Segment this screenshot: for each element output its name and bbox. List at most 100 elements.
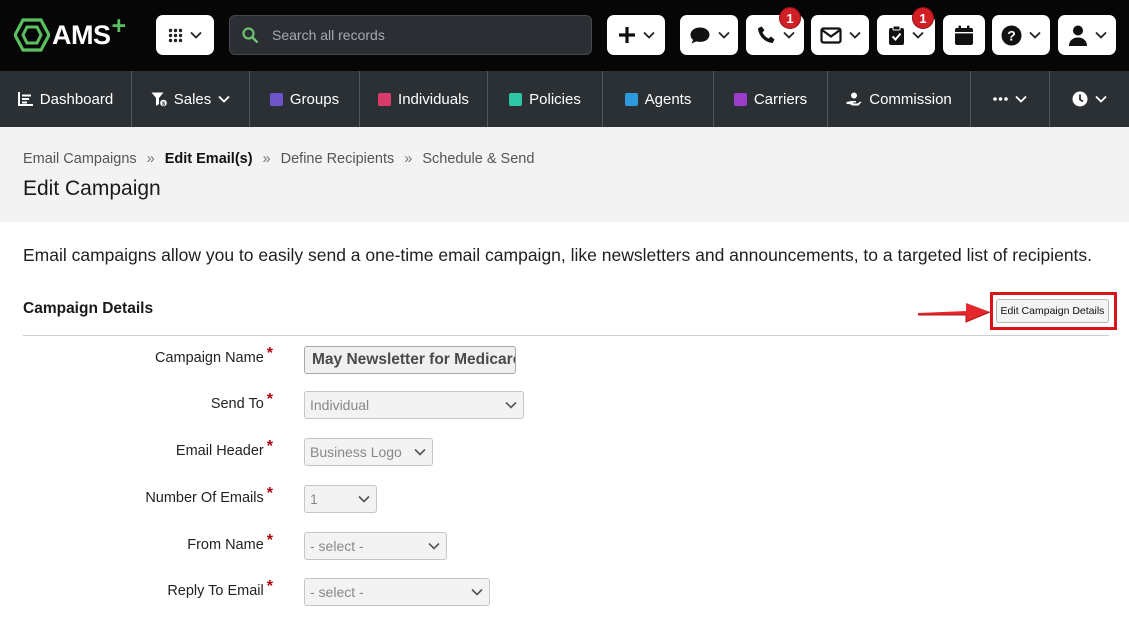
nav-more-button[interactable] xyxy=(971,71,1050,127)
chevron-down-icon xyxy=(358,495,370,503)
breadcrumb-separator: » xyxy=(262,151,271,167)
breadcrumb-email-campaigns[interactable]: Email Campaigns xyxy=(23,151,137,167)
nav-history-button[interactable] xyxy=(1050,71,1129,127)
section-title: Campaign Details xyxy=(23,300,154,317)
tasks-notification-badge: 1 xyxy=(912,7,934,29)
chevron-down-icon xyxy=(1095,95,1107,103)
from-name-label: From Name * xyxy=(187,532,273,554)
svg-text:?: ? xyxy=(1007,27,1016,43)
messages-button[interactable] xyxy=(680,15,738,55)
nav-item-agents[interactable]: Agents xyxy=(603,71,714,127)
nav-label: Dashboard xyxy=(39,90,114,108)
chat-bubble-icon xyxy=(690,27,709,43)
number-of-emails-label: Number Of Emails * xyxy=(145,485,273,507)
logo-hexagon-icon xyxy=(14,18,50,52)
page-header: Email Campaigns » Edit Email(s) » Define… xyxy=(0,127,1129,222)
grid-icon xyxy=(168,28,183,42)
reply-to-email-select[interactable]: - select - xyxy=(304,578,490,606)
plus-icon xyxy=(618,27,635,43)
tasks-button[interactable]: 1 xyxy=(877,7,935,55)
email-button[interactable] xyxy=(811,15,869,55)
send-to-select[interactable]: Individual xyxy=(304,391,524,419)
search-input[interactable] xyxy=(272,27,572,43)
campaign-name-label: Campaign Name * xyxy=(154,345,273,367)
user-menu-button[interactable] xyxy=(1058,15,1116,55)
nav-item-commission[interactable]: Commission xyxy=(828,71,971,127)
campaign-name-input[interactable]: May Newsletter for Medicare xyxy=(304,346,516,374)
chart-icon xyxy=(17,92,33,106)
ams-logo[interactable]: AMS + xyxy=(14,13,126,52)
hand-coin-icon xyxy=(846,92,862,105)
policies-color-icon xyxy=(509,92,523,106)
groups-color-icon xyxy=(269,92,283,106)
reply-to-email-label: Reply To Email * xyxy=(167,578,273,600)
breadcrumb: Email Campaigns » Edit Email(s) » Define… xyxy=(23,151,534,167)
chevron-down-icon xyxy=(414,448,426,456)
nav-item-dashboard[interactable]: Dashboard xyxy=(0,71,132,127)
send-to-label: Send To * xyxy=(210,391,273,413)
chevron-down-icon xyxy=(912,31,924,39)
required-mark: * xyxy=(266,578,273,595)
clipboard-check-icon xyxy=(889,25,904,45)
label-text: Send To xyxy=(210,396,264,412)
label-text: From Name xyxy=(187,537,264,553)
required-mark: * xyxy=(266,438,273,455)
logo-text: AMS xyxy=(52,19,111,50)
search-box[interactable] xyxy=(229,15,592,55)
agents-color-icon xyxy=(624,92,638,106)
email-header-label: Email Header * xyxy=(175,438,273,460)
campaign-name-value: May Newsletter for Medicare xyxy=(312,351,515,368)
breadcrumb-define-recipients[interactable]: Define Recipients xyxy=(281,151,395,167)
required-mark: * xyxy=(266,345,273,362)
send-to-value: Individual xyxy=(310,397,370,413)
chevron-down-icon xyxy=(1029,31,1041,39)
breadcrumb-schedule-send[interactable]: Schedule & Send xyxy=(422,151,534,167)
nav-label: Agents xyxy=(644,90,692,108)
from-name-select[interactable]: - select - xyxy=(304,532,447,560)
nav-item-policies[interactable]: Policies xyxy=(488,71,603,127)
edit-campaign-details-button[interactable]: Edit Campaign Details xyxy=(996,299,1109,323)
label-text: Campaign Name xyxy=(154,350,264,366)
user-icon xyxy=(1068,25,1087,46)
nav-item-sales[interactable]: $ Sales xyxy=(132,71,250,127)
nav-label: Policies xyxy=(529,90,581,108)
email-header-value: Business Logo xyxy=(310,444,402,460)
envelope-icon xyxy=(819,26,842,44)
label-text: Reply To Email xyxy=(167,583,264,599)
ellipsis-icon xyxy=(993,97,1008,101)
funnel-dollar-icon: $ xyxy=(151,92,167,107)
nav-item-groups[interactable]: Groups xyxy=(250,71,360,127)
apps-menu-button[interactable] xyxy=(156,15,214,55)
nav-label: Groups xyxy=(289,90,340,108)
required-mark: * xyxy=(266,532,273,549)
chevron-down-icon xyxy=(190,31,202,39)
email-header-select[interactable]: Business Logo xyxy=(304,438,433,466)
help-button[interactable]: ? xyxy=(992,15,1050,55)
phone-button[interactable]: 1 xyxy=(746,7,804,55)
red-arrow-annotation xyxy=(918,303,991,323)
number-of-emails-value: 1 xyxy=(310,491,318,507)
individuals-color-icon xyxy=(378,92,392,106)
number-of-emails-select[interactable]: 1 xyxy=(304,485,377,513)
nav-label: Commission xyxy=(869,90,952,108)
chevron-down-icon xyxy=(1094,31,1107,39)
calendar-button[interactable] xyxy=(943,15,985,55)
from-name-value: - select - xyxy=(310,538,364,554)
chevron-down-icon xyxy=(505,401,517,409)
section-divider xyxy=(23,335,1109,336)
required-mark: * xyxy=(266,485,273,502)
required-mark: * xyxy=(266,391,273,408)
label-text: Email Header xyxy=(175,443,264,459)
carriers-color-icon xyxy=(733,92,747,106)
create-new-button[interactable] xyxy=(607,15,665,55)
breadcrumb-separator: » xyxy=(404,151,413,167)
chevron-down-icon xyxy=(717,31,730,39)
top-bar: AMS + 1 1 ? xyxy=(0,0,1129,71)
nav-item-carriers[interactable]: Carriers xyxy=(714,71,828,127)
nav-item-individuals[interactable]: Individuals xyxy=(360,71,488,127)
label-text: Number Of Emails xyxy=(145,490,264,506)
chevron-down-icon xyxy=(218,95,230,103)
nav-label: Sales xyxy=(173,90,212,108)
logo-plus: + xyxy=(111,11,127,40)
main-nav: Dashboard $ Sales Groups Individuals Pol… xyxy=(0,71,1129,127)
